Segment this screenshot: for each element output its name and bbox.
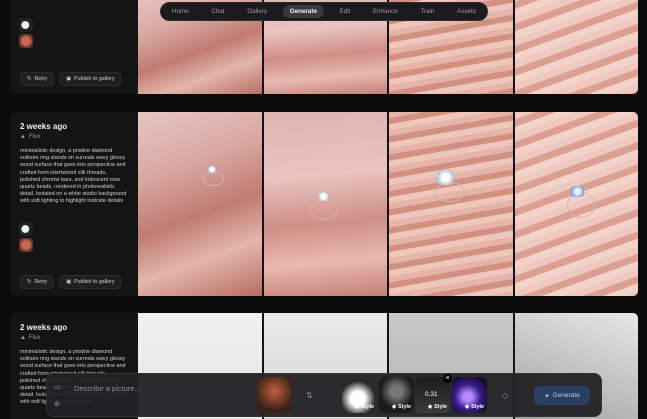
- reference-thumbnail[interactable]: [19, 222, 33, 236]
- image-icon[interactable]: ▭: [54, 383, 62, 391]
- publish-to-gallery-button[interactable]: ▣ Publish to gallery: [59, 72, 122, 86]
- reference-thumbnail[interactable]: [19, 238, 33, 252]
- reference-thumbnails: [19, 222, 33, 252]
- generation-card: 2 weeks ago ▲ Flux minimalistic design, a…: [10, 112, 638, 296]
- prompt-text: minimalistic design, a pristine diamond …: [20, 148, 127, 205]
- generated-images: [138, 112, 638, 296]
- tab-gallery[interactable]: Gallery: [240, 5, 274, 18]
- reference-thumbnail[interactable]: [19, 34, 33, 48]
- retry-icon: ↻: [27, 279, 32, 285]
- flux-triangle-icon: ▲: [20, 335, 26, 341]
- style-icon: ◈: [391, 404, 397, 410]
- tab-home[interactable]: Home: [165, 5, 196, 18]
- retry-icon: ↻: [27, 76, 32, 82]
- generated-image[interactable]: [389, 112, 513, 296]
- retry-button[interactable]: ↻ Retry: [20, 275, 55, 289]
- style-icon: ◈: [464, 404, 470, 410]
- top-nav: Home Chat Gallery Generate Edit Enhance …: [160, 2, 488, 21]
- style-strength-value: 0.31: [425, 391, 438, 398]
- reference-thumbnails: [19, 18, 33, 48]
- swap-icon[interactable]: ⇅: [306, 391, 313, 400]
- generation-info: ↻ Retry ▣ Publish to gallery: [10, 0, 138, 94]
- timestamp: 2 weeks ago: [20, 122, 68, 131]
- style-chip[interactable]: [257, 377, 292, 413]
- tab-train[interactable]: Train: [413, 5, 441, 18]
- tab-edit[interactable]: Edit: [333, 5, 358, 18]
- model-label: ▲ Flux: [20, 134, 41, 140]
- flux-triangle-icon: ▲: [20, 134, 26, 140]
- generated-image[interactable]: [263, 112, 387, 296]
- generation-info: 2 weeks ago ▲ Flux minimalistic design, a…: [10, 112, 138, 296]
- tab-chat[interactable]: Chat: [204, 5, 231, 18]
- tab-enhance[interactable]: Enhance: [366, 5, 405, 18]
- gallery-icon: ▣: [66, 76, 72, 82]
- model-label: ▲ Flux: [20, 335, 41, 341]
- style-chip[interactable]: ◈ Style: [342, 377, 377, 413]
- retry-button[interactable]: ↻ Retry: [20, 72, 55, 86]
- prompt-input[interactable]: Describe a picture...: [74, 384, 141, 393]
- gallery-icon: ▣: [66, 279, 72, 285]
- style-icon: ◈: [354, 404, 360, 410]
- sparkle-icon: ✦: [544, 392, 550, 400]
- generated-image[interactable]: [514, 0, 638, 94]
- link-icon[interactable]: ⊘: [54, 400, 62, 408]
- tab-generate[interactable]: Generate: [282, 5, 325, 18]
- style-chip[interactable]: ◈ Style: [452, 377, 487, 413]
- generated-image[interactable]: [514, 112, 638, 296]
- style-icon: ◈: [427, 404, 433, 410]
- generate-button[interactable]: ✦ Generate: [534, 386, 590, 405]
- close-icon[interactable]: ×: [443, 374, 452, 383]
- reference-thumbnail[interactable]: [19, 18, 33, 32]
- style-chip[interactable]: ◈ Style: [379, 377, 414, 413]
- prompt-bar: ▭ ⊘ Describe a picture... ⇅ ◈ Style ◈ Styl…: [46, 373, 602, 417]
- tab-assets[interactable]: Assets: [450, 5, 483, 18]
- publish-to-gallery-button[interactable]: ▣ Publish to gallery: [59, 275, 122, 289]
- generated-image[interactable]: [138, 112, 262, 296]
- timestamp: 2 weeks ago: [20, 323, 68, 332]
- add-style-icon[interactable]: ◇: [502, 391, 508, 400]
